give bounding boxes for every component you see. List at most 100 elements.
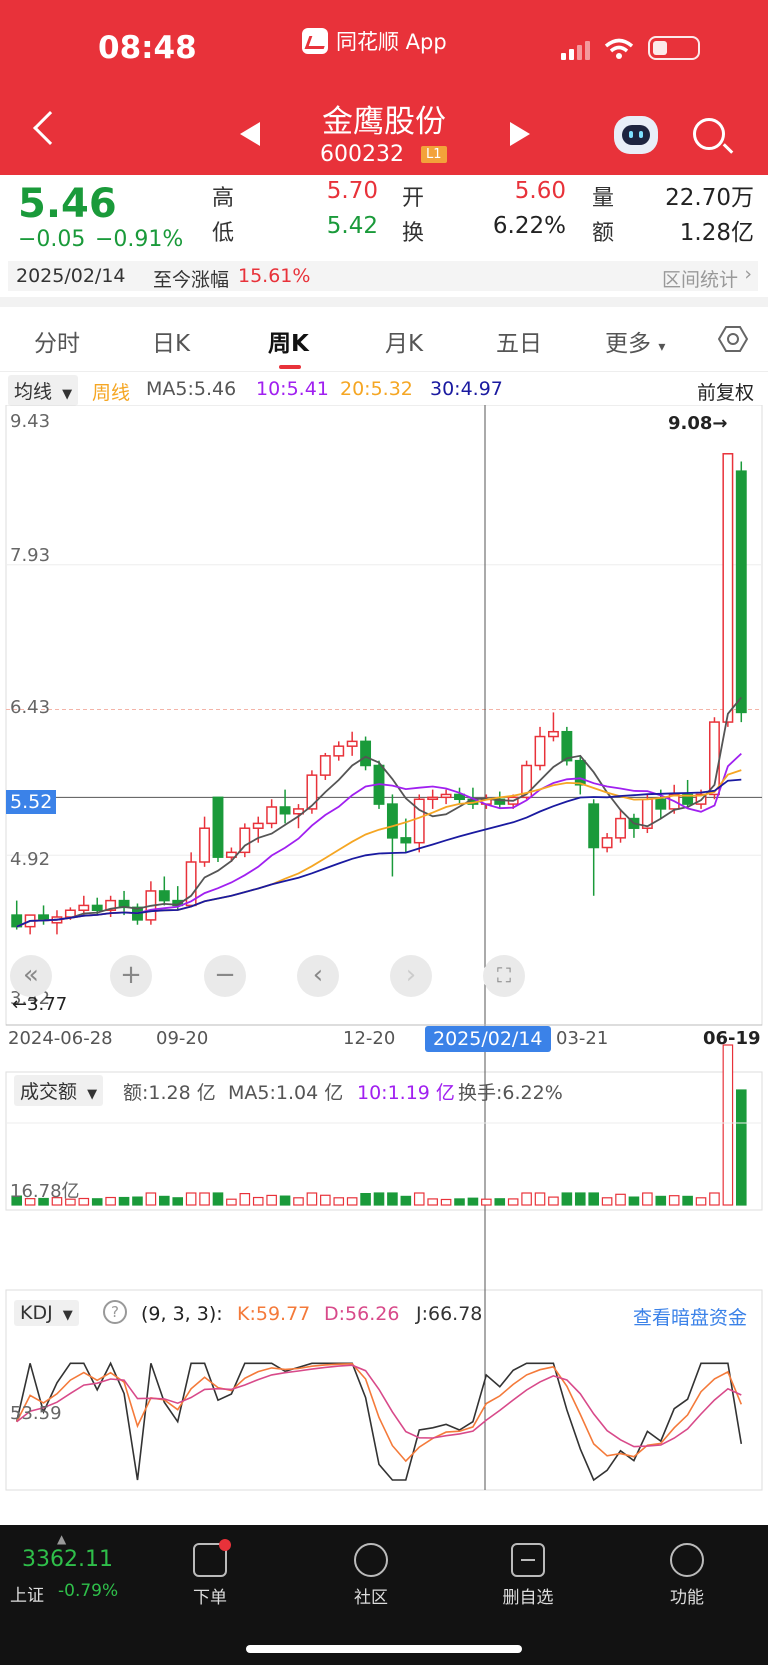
caret-down-icon: ▼ <box>62 1308 73 1323</box>
amount-bar <box>427 1198 438 1206</box>
tab-daily[interactable]: 日K <box>152 324 190 358</box>
index-change: -0.79% <box>58 1581 119 1601</box>
candle-body <box>212 796 224 858</box>
scroll-right-icon[interactable]: › <box>390 955 432 997</box>
chart-area[interactable] <box>0 405 768 1505</box>
amount-bar <box>199 1192 210 1206</box>
ma-line <box>16 696 742 928</box>
kdj-d-label: D:56.26 <box>324 1303 400 1325</box>
search-icon[interactable] <box>693 118 725 150</box>
candle-body <box>306 774 318 810</box>
adjust-toggle[interactable]: 前复权 <box>697 378 754 405</box>
interval-bar[interactable]: 2025/02/14 至今涨幅 15.61% 区间统计 › <box>8 261 758 291</box>
triangle-up-icon: ▲ <box>57 1532 67 1546</box>
ma5-label: MA5:5.46 <box>146 378 237 400</box>
tab-monthly[interactable]: 月K <box>385 324 423 358</box>
low-value: 5.42 <box>326 213 378 239</box>
tab-more[interactable]: 更多 ▾ <box>605 324 665 358</box>
settings-icon[interactable] <box>718 324 748 354</box>
amount-bar <box>413 1192 425 1206</box>
price-axis-label: 7.93 <box>10 545 51 566</box>
amount-bar <box>172 1197 184 1206</box>
quote-panel: 5.46 −0.05 −0.91% 高 5.70 低 5.42 开 5.60 换… <box>0 175 768 305</box>
amount-bar <box>132 1196 143 1206</box>
high-label: 高 <box>212 186 235 211</box>
amount-bar <box>588 1192 599 1206</box>
price-axis-top: 9.43 <box>10 411 51 432</box>
candle-body <box>333 745 345 757</box>
kdj-indicator-dropdown[interactable]: KDJ ▼ <box>14 1300 79 1326</box>
turnover-label: 换 <box>402 221 425 246</box>
zoom-out-icon[interactable]: − <box>204 955 246 997</box>
volume-indicator-dropdown[interactable]: 成交额 ▼ <box>14 1075 104 1106</box>
caret-down-icon: ▼ <box>62 387 73 402</box>
status-time: 08:48 <box>98 30 197 66</box>
amount-bar <box>735 1089 747 1206</box>
scroll-left-icon[interactable]: ‹ <box>297 955 339 997</box>
rewind-icon[interactable]: « <box>10 955 52 997</box>
kdj-k-label: K:59.77 <box>237 1303 311 1325</box>
indicator-dropdown-label: 均线 <box>14 381 53 403</box>
fullscreen-icon[interactable]: ⛶ <box>483 955 525 997</box>
kline-chart[interactable] <box>0 405 768 1505</box>
kdj-params: (9, 3, 3): <box>141 1303 223 1325</box>
community-icon <box>354 1543 388 1577</box>
indicator-dropdown[interactable]: 均线 ▼ <box>8 375 79 406</box>
amount-bar <box>159 1195 170 1206</box>
tab-five-day[interactable]: 五日 <box>496 324 542 358</box>
nav-remove-watchlist[interactable]: 删自选 <box>488 1535 568 1608</box>
amount-ma10-label: 10:1.19 亿 <box>357 1082 455 1104</box>
amount-bar <box>118 1196 130 1206</box>
interval-stats-link[interactable]: 区间统计 <box>662 265 738 292</box>
price-panel-frame <box>5 405 763 1026</box>
candle-body <box>427 796 439 801</box>
amount-bar <box>494 1198 506 1206</box>
index-value[interactable]: 3362.11 <box>22 1547 113 1572</box>
dark-pool-link[interactable]: 查看暗盘资金 <box>633 1303 747 1330</box>
amount-bar <box>481 1198 492 1206</box>
candle-body <box>91 904 103 911</box>
candle-body <box>158 890 170 902</box>
candle-body <box>78 904 90 911</box>
nav-community[interactable]: 社区 <box>331 1535 411 1608</box>
tab-intraday[interactable]: 分时 <box>34 324 80 358</box>
ai-assistant-icon[interactable] <box>614 116 658 154</box>
help-icon[interactable]: ? <box>103 1300 127 1324</box>
kdj-dropdown-label: KDJ <box>20 1302 53 1324</box>
ma30-label: 30:4.97 <box>430 378 503 400</box>
divider <box>0 297 768 307</box>
zoom-in-icon[interactable]: + <box>110 955 152 997</box>
nav-functions[interactable]: 功能 <box>647 1535 727 1608</box>
ma20-label: 20:5.32 <box>340 378 413 400</box>
nav-order[interactable]: 下单 <box>170 1535 250 1608</box>
amount-bar <box>266 1194 277 1206</box>
current-price: 5.46 <box>18 181 117 227</box>
nav-order-label: 下单 <box>193 1588 227 1608</box>
volume-dropdown-label: 成交额 <box>20 1081 78 1103</box>
amount-bar <box>346 1197 358 1206</box>
amount-bar <box>642 1192 653 1206</box>
high-value: 5.70 <box>326 178 378 204</box>
tab-weekly[interactable]: 周K <box>268 324 309 358</box>
remove-watchlist-icon <box>511 1543 545 1577</box>
amount-bar <box>78 1197 90 1206</box>
app-label-text: 同花顺 App <box>336 30 447 54</box>
signal-icon <box>561 41 590 60</box>
amount-bar <box>373 1192 385 1206</box>
amount-bar <box>655 1195 667 1206</box>
candle-body <box>588 803 600 849</box>
amount-bar <box>574 1192 586 1206</box>
period-tabs: 分时 日K 周K 月K 五日 更多 ▾ <box>0 310 768 372</box>
next-stock-button[interactable] <box>510 122 530 146</box>
min-price-marker: ←3.77 <box>12 994 68 1015</box>
open-label: 开 <box>402 186 425 211</box>
amount-bar <box>709 1192 720 1206</box>
app-logo-icon <box>302 28 328 54</box>
status-app-label[interactable]: 同花顺 App <box>302 26 447 56</box>
amount-bar <box>454 1198 465 1206</box>
kdj-axis-label: 53.59 <box>10 1403 62 1424</box>
max-price-marker: 9.08→ <box>668 413 728 434</box>
candle-body <box>360 740 372 767</box>
candle-body <box>252 822 264 829</box>
stock-code: 600232 <box>320 142 404 167</box>
